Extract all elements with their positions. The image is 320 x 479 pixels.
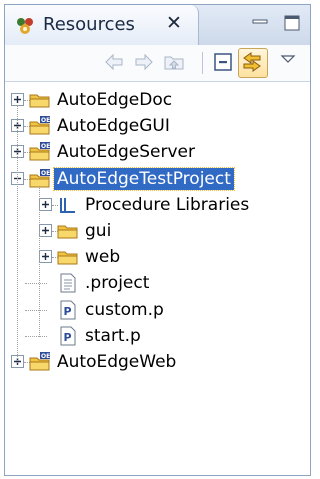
- tree-item-label[interactable]: .project: [82, 272, 152, 294]
- go-up-folder-icon: [164, 56, 184, 70]
- link-with-editor-icon: [243, 52, 261, 72]
- collapse-all-button[interactable]: [211, 50, 235, 74]
- tree-item-label[interactable]: AutoEdgeTestProject: [53, 166, 235, 191]
- tree-item[interactable]: Pstart.p: [5, 323, 310, 349]
- maximize-icon[interactable]: [283, 14, 301, 32]
- progress-file-icon: P: [57, 299, 79, 321]
- text-file-icon: [57, 272, 79, 294]
- tree-item[interactable]: .project: [5, 270, 310, 296]
- back-button[interactable]: [102, 50, 126, 74]
- svg-text:P: P: [64, 331, 72, 344]
- collapse-all-icon: [214, 53, 232, 71]
- progress-file-icon: P: [57, 325, 79, 347]
- toolbar-separator: [202, 52, 203, 74]
- tree-item-label[interactable]: custom.p: [82, 299, 167, 321]
- tree-item[interactable]: gui: [5, 218, 310, 244]
- dropdown-triangle-icon: [280, 55, 296, 63]
- tree-item[interactable]: OE AutoEdgeGUI: [5, 113, 310, 139]
- folder-icon: [57, 246, 79, 268]
- tree-item-label[interactable]: AutoEdgeServer: [54, 141, 198, 163]
- tree-connector: [25, 309, 47, 311]
- svg-text:OE: OE: [41, 143, 50, 150]
- svg-text:P: P: [64, 305, 72, 318]
- tree-item-label[interactable]: AutoEdgeWeb: [54, 351, 179, 373]
- tree-guide-line: [39, 185, 40, 337]
- folder-icon: [57, 220, 79, 242]
- tree-item[interactable]: OE AutoEdgeTestProject: [5, 166, 310, 192]
- tree-item-label[interactable]: start.p: [82, 325, 144, 347]
- resources-view: Resources ✕ AutoEdgeDoc OE AutoEdgeGUI O…: [4, 4, 311, 476]
- tree-item-label[interactable]: Procedure Libraries: [82, 194, 252, 216]
- svg-text:OE: OE: [41, 353, 50, 360]
- tree-item-label[interactable]: gui: [82, 220, 114, 242]
- tree-item[interactable]: OE AutoEdgeWeb: [5, 349, 310, 375]
- tree-item-label[interactable]: AutoEdgeGUI: [54, 115, 173, 137]
- view-title: Resources: [43, 14, 135, 35]
- minimize-icon[interactable]: [251, 14, 269, 32]
- svg-text:OE: OE: [41, 117, 50, 124]
- tree-item[interactable]: Pcustom.p: [5, 297, 310, 323]
- tab-resources[interactable]: Resources ✕: [5, 5, 199, 45]
- resource-tree: AutoEdgeDoc OE AutoEdgeGUI OE AutoEdgeServer…: [5, 82, 310, 474]
- expand-icon[interactable]: [39, 250, 52, 264]
- expand-icon[interactable]: [39, 224, 52, 237]
- expand-icon[interactable]: [39, 197, 52, 211]
- svg-text:OE: OE: [41, 170, 50, 177]
- tree-item[interactable]: OE AutoEdgeServer: [5, 139, 310, 165]
- tree-item[interactable]: web: [5, 244, 310, 270]
- view-header: Resources ✕: [5, 5, 310, 45]
- oe-project-icon: OE: [29, 141, 51, 163]
- oe-project-icon: OE: [29, 115, 51, 137]
- arrow-left-icon: [105, 53, 123, 71]
- up-button[interactable]: [162, 50, 186, 74]
- tree-item-label[interactable]: web: [82, 246, 123, 268]
- oe-project-icon: OE: [29, 351, 51, 373]
- oe-project-icon: OE: [29, 168, 51, 190]
- tree-item[interactable]: Procedure Libraries: [5, 192, 310, 218]
- tree-connector: [25, 283, 47, 285]
- tree-guide-line: [17, 105, 18, 363]
- forward-button[interactable]: [132, 50, 156, 74]
- procedure-libraries-icon: [57, 194, 79, 216]
- link-with-editor-button[interactable]: [238, 48, 268, 78]
- view-toolbar: [5, 45, 310, 82]
- close-icon[interactable]: ✕: [166, 13, 182, 33]
- tree-item[interactable]: AutoEdgeDoc: [5, 87, 310, 113]
- view-menu-button[interactable]: [275, 50, 305, 74]
- arrow-right-icon: [135, 53, 153, 71]
- tree-connector: [25, 335, 47, 337]
- resources-view-icon: [15, 16, 37, 40]
- folder-icon: [29, 89, 51, 111]
- tree-item-label[interactable]: AutoEdgeDoc: [54, 89, 175, 111]
